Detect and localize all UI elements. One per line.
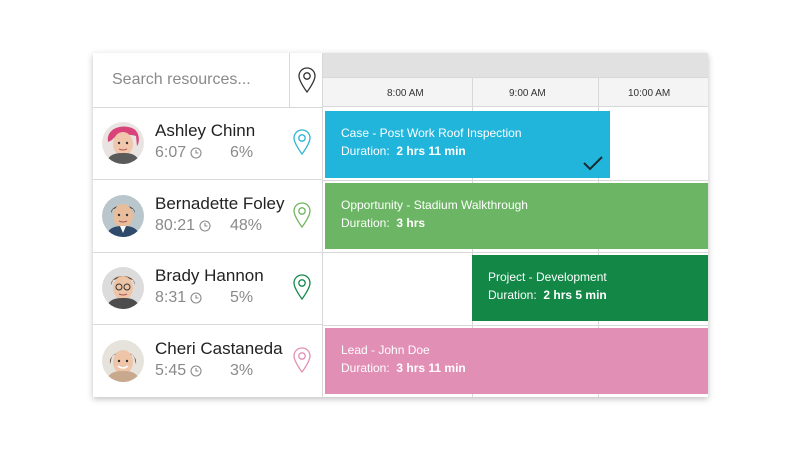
- booking-block[interactable]: Lead - John Doe Duration: 3 hrs 11 min: [325, 328, 708, 394]
- time-header: 8:00 AM 9:00 AM 10:00 AM: [323, 77, 708, 107]
- avatar: [102, 267, 144, 309]
- time-slot-label: 10:00 AM: [628, 88, 671, 99]
- resource-row[interactable]: Cheri Castaneda 5:45 3%: [93, 325, 322, 397]
- schedule-grid: 8:00 AM 9:00 AM 10:00 AM Case - Post Wor…: [323, 53, 708, 397]
- booking-title: Opportunity - Stadium Walkthrough: [341, 198, 528, 212]
- clock-icon: [199, 220, 211, 232]
- booking-block[interactable]: Opportunity - Stadium Walkthrough Durati…: [325, 183, 708, 249]
- checkmark-icon: [583, 156, 603, 171]
- map-pin-icon[interactable]: [293, 347, 311, 378]
- resource-utilization: 6%: [230, 144, 254, 161]
- resource-time: 8:31: [155, 289, 187, 306]
- search-input[interactable]: [93, 53, 289, 107]
- resource-hours: 5:45: [155, 362, 202, 380]
- time-slot-label: 9:00 AM: [509, 88, 546, 99]
- clock-icon: [190, 365, 202, 377]
- map-pin-icon[interactable]: [289, 53, 323, 107]
- avatar: [102, 340, 144, 382]
- resource-name: Cheri Castaneda: [155, 339, 283, 358]
- booking-duration: Duration: 3 hrs: [341, 216, 426, 230]
- booking-duration: Duration: 2 hrs 11 min: [341, 144, 466, 158]
- booking-block[interactable]: Case - Post Work Roof Inspection Duratio…: [325, 111, 610, 178]
- booking-block[interactable]: Project - Development Duration: 2 hrs 5 …: [472, 255, 708, 321]
- time-slot-label: 8:00 AM: [387, 88, 424, 99]
- resource-row[interactable]: Brady Hannon 8:31 5%: [93, 252, 322, 325]
- resource-hours: 6:07: [155, 144, 202, 162]
- resource-hours: 80:21: [155, 217, 211, 235]
- resource-list: Ashley Chinn 6:07 6% Bernadette Foley 80…: [93, 53, 323, 397]
- avatar: [102, 195, 144, 237]
- timeline-band: [323, 53, 708, 77]
- clock-icon: [190, 292, 202, 304]
- resource-utilization: 48%: [230, 217, 263, 234]
- booking-duration: Duration: 2 hrs 5 min: [488, 288, 607, 302]
- resource-row[interactable]: Ashley Chinn 6:07 6%: [93, 107, 322, 180]
- resource-time: 80:21: [155, 217, 196, 234]
- booking-duration: Duration: 3 hrs 11 min: [341, 361, 466, 375]
- schedule-board: Ashley Chinn 6:07 6% Bernadette Foley 80…: [93, 53, 708, 397]
- resource-time: 5:45: [155, 362, 187, 379]
- resource-row[interactable]: Bernadette Foley 80:21 48%: [93, 180, 322, 253]
- booking-title: Project - Development: [488, 270, 607, 284]
- resource-utilization: 5%: [230, 289, 254, 306]
- resource-name: Ashley Chinn: [155, 121, 256, 140]
- row-divider: [323, 180, 708, 181]
- row-divider: [323, 325, 708, 326]
- resource-utilization: 3%: [230, 362, 254, 379]
- resource-hours: 8:31: [155, 289, 202, 307]
- map-pin-icon[interactable]: [293, 129, 311, 160]
- row-divider: [323, 252, 708, 253]
- map-pin-icon[interactable]: [293, 202, 311, 233]
- resource-name: Brady Hannon: [155, 266, 264, 285]
- clock-icon: [190, 147, 202, 159]
- resource-name: Bernadette Foley: [155, 194, 285, 213]
- search-bar: [93, 53, 322, 108]
- map-pin-icon[interactable]: [293, 274, 311, 305]
- booking-title: Case - Post Work Roof Inspection: [341, 126, 522, 140]
- booking-title: Lead - John Doe: [341, 343, 430, 357]
- avatar: [102, 122, 144, 164]
- resource-time: 6:07: [155, 144, 187, 161]
